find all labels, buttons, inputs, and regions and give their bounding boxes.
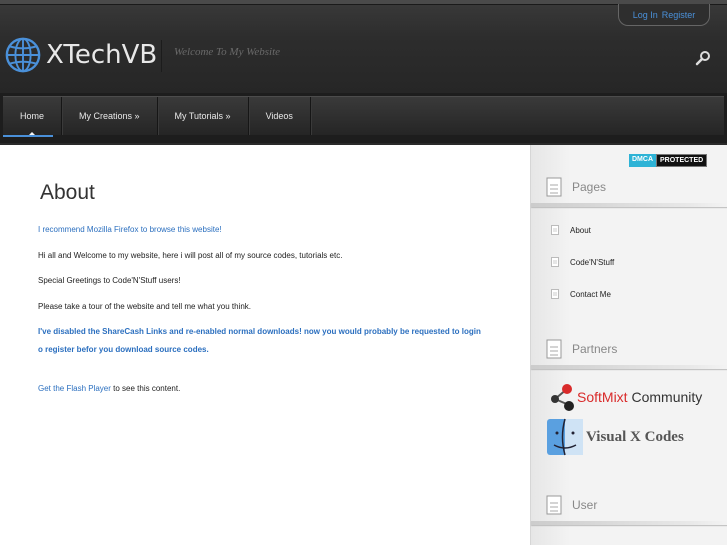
login-register-tab: Log In Register [618,4,710,26]
main-navbar: Home My Creations » My Tutorials » Video… [0,93,727,143]
nav-item-label: Home [20,111,45,121]
page-icon [546,339,562,359]
widget-title-text: User [572,498,598,512]
nav-menu: Home My Creations » My Tutorials » Video… [3,96,724,137]
active-nav-indicator [3,135,53,137]
visual-x-codes-text: Visual X Codes [586,428,684,445]
sidebar-item-contact-me[interactable]: Contact Me [551,289,611,299]
globe-icon [5,37,41,73]
sidebar-item-label: About [570,225,591,235]
sidebar-item-codenstuff[interactable]: Code'N'Stuff [551,257,614,267]
partner-visual-x-codes[interactable]: Visual X Codes [546,417,684,457]
login-link[interactable]: Log In [633,10,658,20]
dmca-label: DMCA [629,154,656,167]
notice-text-line2: o register befor you download source cod… [38,345,209,354]
page-icon [546,495,562,515]
firefox-recommendation-link[interactable]: I recommend Mozilla Firefox to browse th… [38,225,222,234]
register-link[interactable]: Register [662,10,696,20]
site-logo[interactable]: XTechVB [4,36,157,74]
flash-player-link[interactable]: Get the Flash Player [38,384,111,393]
softmixt-soft: Soft [577,389,602,405]
greetings-text: Special Greetings to Code'N'Stuff users! [38,276,181,285]
widget-title-text: Partners [572,342,618,356]
page-icon [546,177,562,197]
widget-divider [531,365,727,369]
document-icon [551,225,559,235]
search-icon[interactable] [695,50,711,66]
nav-item-videos[interactable]: Videos [249,97,311,135]
logo-divider [161,40,162,72]
finder-logo-icon [547,418,583,456]
tour-text: Please take a tour of the website and te… [38,302,252,311]
page-title: About [40,181,95,204]
flash-notice-text: to see this content. [110,384,181,393]
softmixt-text: SoftMixt Community [577,389,702,405]
nav-item-label: My Tutorials » [174,111,231,121]
pages-widget-title: Pages [546,177,606,197]
widget-divider [531,521,727,525]
sidebar-item-about[interactable]: About [551,225,591,235]
partners-widget-title: Partners [546,339,617,359]
nav-item-home[interactable]: Home [3,97,63,137]
document-icon [551,289,559,299]
nav-item-my-creations[interactable]: My Creations » [62,97,158,135]
partner-softmixt-community[interactable]: SoftMixt Community [547,381,702,413]
dmca-protected-label: PROTECTED [656,154,708,167]
main-content: About I recommend Mozilla Firefox to bro… [0,145,530,545]
site-tagline: Welcome To My Website [174,46,281,58]
welcome-text: Hi all and Welcome to my website, here i… [38,251,343,260]
molecule-icon [551,384,574,411]
sidebar-item-label: Contact Me [570,289,611,299]
nav-item-label: My Creations » [79,111,140,121]
flash-notice: Get the Flash Player to see this content… [38,384,180,393]
widget-divider [531,203,727,207]
sidebar-item-label: Code'N'Stuff [570,257,615,267]
sidebar: DMCA PROTECTED Pages About Code'N'Stuff … [530,145,727,545]
softmixt-community: Community [627,389,703,405]
notice-text-line1: I've disabled the ShareCash Links and re… [38,327,481,336]
site-header: Log In Register XTechVB Welcome To My We… [0,0,727,93]
widget-title-text: Pages [572,180,607,194]
nav-item-my-tutorials[interactable]: My Tutorials » [158,97,249,135]
page-body: About I recommend Mozilla Firefox to bro… [0,145,727,545]
user-widget-title: User [546,495,597,515]
document-icon [551,257,559,267]
logo-text: XTechVB [46,40,158,70]
dmca-badge[interactable]: DMCA PROTECTED [629,154,708,167]
nav-item-label: Videos [265,111,293,121]
softmixt-mixt: Mixt [601,389,628,405]
